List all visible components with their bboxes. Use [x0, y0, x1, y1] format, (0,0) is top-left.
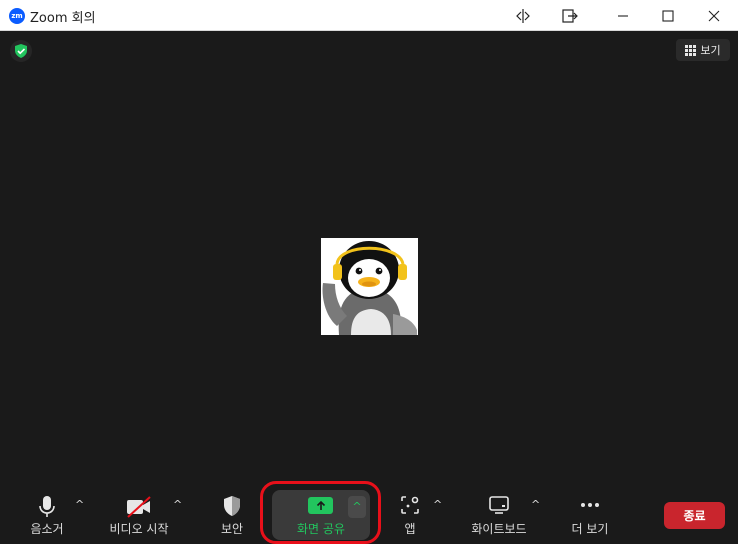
security-label: 보안 — [220, 522, 244, 536]
window-title: Zoom 회의 — [30, 11, 96, 26]
zoom-logo-icon: zm — [9, 8, 25, 24]
participant-avatar — [321, 238, 418, 335]
end-meeting-button[interactable]: 종료 — [664, 502, 725, 529]
video-off-icon — [104, 495, 174, 519]
video-options-chevron-icon[interactable]: ^ — [173, 498, 182, 511]
mute-label: 음소거 — [30, 522, 64, 536]
minimize-button[interactable] — [600, 0, 646, 31]
more-label: 더 보기 — [571, 522, 609, 536]
title-bar: zm Zoom 회의 — [0, 0, 738, 31]
view-button-label: 보기 — [700, 44, 721, 57]
apps-label: 앱 — [404, 522, 416, 536]
grid-view-icon — [685, 44, 697, 56]
whiteboard-label: 화이트보드 — [471, 522, 527, 536]
meeting-toolbar: 음소거 ^ 비디오 시작 ^ 보안 ^ 화면 공유 앱 ^ 화이트보드 ^ 더 … — [0, 461, 738, 544]
shield-icon — [206, 495, 258, 519]
apps-options-chevron-icon[interactable]: ^ — [433, 498, 442, 511]
encryption-shield-icon[interactable] — [10, 40, 32, 62]
view-button[interactable]: 보기 — [676, 39, 730, 61]
whiteboard-icon — [464, 495, 534, 519]
apps-button[interactable]: 앱 — [386, 461, 434, 543]
highlight-circle — [260, 481, 381, 544]
close-button[interactable] — [691, 0, 737, 31]
microphone-icon — [16, 495, 78, 519]
audio-options-chevron-icon[interactable]: ^ — [75, 498, 84, 511]
exit-window-icon[interactable] — [547, 0, 593, 31]
start-video-button[interactable]: 비디오 시작 — [104, 461, 174, 543]
whiteboard-options-chevron-icon[interactable]: ^ — [531, 498, 540, 511]
zoom-meeting-window: zm Zoom 회의 보기 음소거 ^ 비디오 시작 ^ 보안 ^ 화면 공유 … — [0, 0, 738, 544]
start-video-label: 비디오 시작 — [109, 522, 169, 536]
whiteboard-button[interactable]: 화이트보드 — [464, 461, 534, 543]
security-button[interactable]: 보안 — [206, 461, 258, 543]
maximize-button[interactable] — [645, 0, 691, 31]
apps-icon — [386, 495, 434, 519]
more-dots-icon — [562, 495, 618, 519]
split-view-icon[interactable] — [500, 0, 546, 31]
more-button[interactable]: 더 보기 — [562, 461, 618, 543]
mute-button[interactable]: 음소거 — [16, 461, 78, 543]
